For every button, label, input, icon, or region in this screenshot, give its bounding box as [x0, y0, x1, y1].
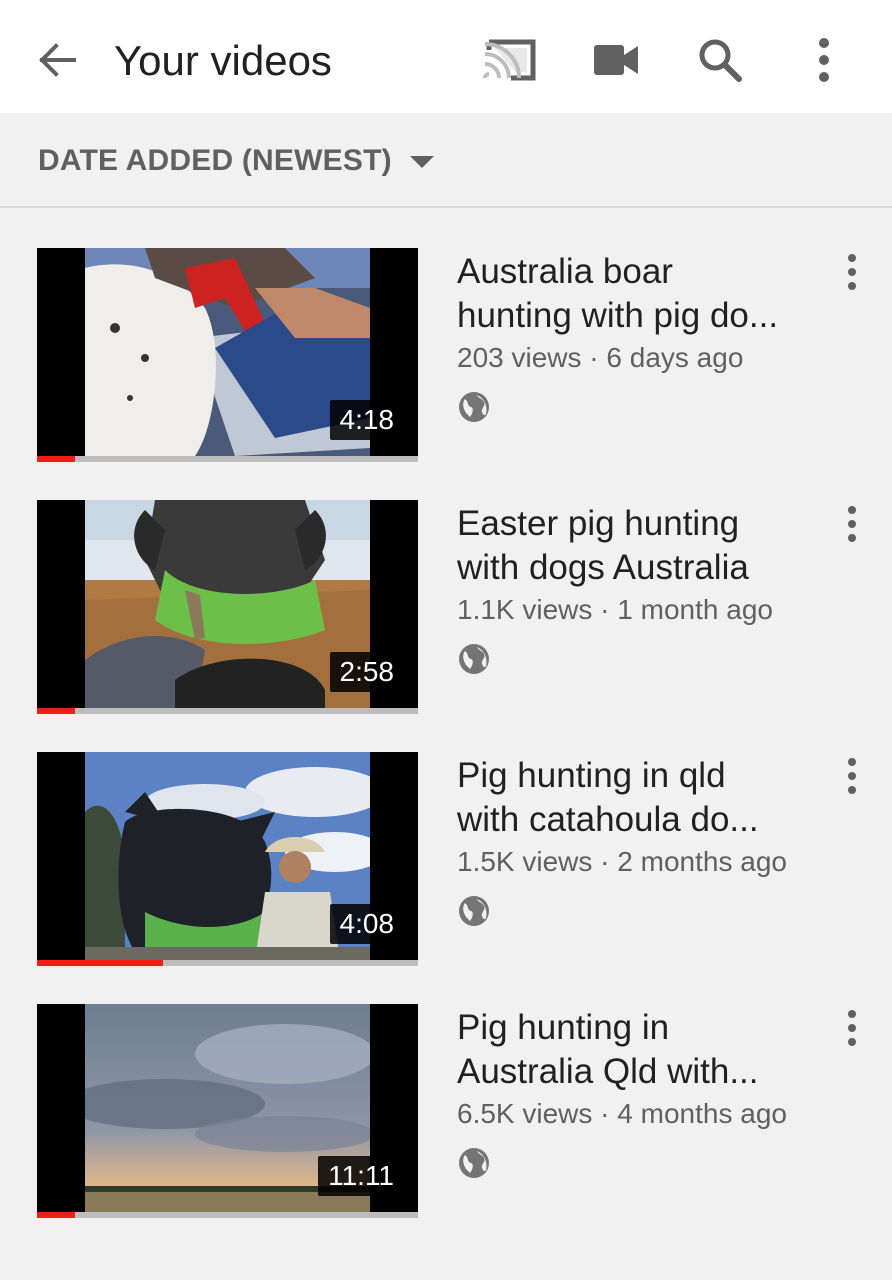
- video-options-menu-icon[interactable]: [834, 252, 870, 292]
- globe-icon: [459, 1148, 489, 1178]
- dropdown-caret-icon: [409, 156, 434, 168]
- video-title-line: Australia Qld with...: [457, 1052, 759, 1091]
- video-duration: 4:18: [329, 400, 404, 440]
- globe-icon: [459, 644, 489, 674]
- view-count: 1.1K views: [457, 594, 593, 625]
- watch-progress-bar: [37, 708, 418, 714]
- video-title-line: with dogs Australia: [457, 548, 749, 587]
- video-title-line: Pig hunting in: [457, 1008, 670, 1047]
- sort-label: DATE ADDED (NEWEST): [38, 144, 392, 177]
- sort-bar: DATE ADDED (NEWEST): [0, 113, 892, 208]
- video-duration: 11:11: [318, 1156, 404, 1196]
- video-meta: 203 views · 6 days ago: [457, 342, 744, 373]
- video-title-line: Australia boar: [457, 252, 673, 291]
- watch-progress-bar: [37, 960, 418, 966]
- watch-progress-fill: [37, 708, 76, 714]
- video-title[interactable]: Australia boar hunting with pig do...: [457, 250, 837, 338]
- video-thumbnail[interactable]: 4:08: [37, 752, 418, 966]
- thumbnail-image: [85, 500, 370, 708]
- video-title[interactable]: Pig hunting in Australia Qld with...: [457, 1006, 837, 1094]
- video-title-line: with catahoula do...: [457, 800, 759, 839]
- video-list-item[interactable]: 4:18 Australia boar hunting with pig do.…: [0, 248, 892, 468]
- video-meta: 1.1K views · 1 month ago: [457, 594, 773, 625]
- video-list-item[interactable]: 4:08 Pig hunting in qld with catahoula d…: [0, 752, 892, 972]
- video-thumbnail[interactable]: 11:11: [37, 1004, 418, 1218]
- video-options-menu-icon[interactable]: [834, 756, 870, 796]
- video-thumbnail[interactable]: 4:18: [37, 248, 418, 462]
- page-title: Your videos: [114, 37, 332, 84]
- video-info: Australia boar hunting with pig do... 20…: [457, 250, 837, 429]
- more-vert-icon[interactable]: [794, 30, 854, 90]
- video-info: Pig hunting in Australia Qld with... 6.5…: [457, 1006, 837, 1185]
- sort-dropdown[interactable]: DATE ADDED (NEWEST): [38, 139, 434, 183]
- video-camera-icon[interactable]: [586, 30, 646, 90]
- watch-progress-bar: [37, 1212, 418, 1218]
- video-duration: 2:58: [329, 652, 404, 692]
- video-duration: 4:08: [329, 904, 404, 944]
- video-list-item[interactable]: 11:11 Pig hunting in Australia Qld with.…: [0, 1004, 892, 1224]
- video-info: Easter pig hunting with dogs Australia 1…: [457, 502, 837, 681]
- video-list-item[interactable]: 2:58 Easter pig hunting with dogs Austra…: [0, 500, 892, 720]
- view-count: 203 views: [457, 342, 582, 373]
- video-title-line: Pig hunting in qld: [457, 756, 726, 795]
- globe-icon: [459, 392, 489, 422]
- video-title[interactable]: Pig hunting in qld with catahoula do...: [457, 754, 837, 842]
- watch-progress-fill: [37, 456, 76, 462]
- video-meta: 1.5K views · 2 months ago: [457, 846, 787, 877]
- back-arrow-icon[interactable]: [30, 34, 82, 86]
- video-title-line: hunting with pig do...: [457, 296, 779, 335]
- app-bar: Your videos: [0, 0, 892, 113]
- upload-age: 4 months ago: [617, 1098, 787, 1129]
- thumbnail-image: [85, 752, 370, 960]
- video-options-menu-icon[interactable]: [834, 504, 870, 544]
- video-options-menu-icon[interactable]: [834, 1008, 870, 1048]
- video-info: Pig hunting in qld with catahoula do... …: [457, 754, 837, 933]
- video-meta: 6.5K views · 4 months ago: [457, 1098, 787, 1129]
- globe-icon: [459, 896, 489, 926]
- watch-progress-fill: [37, 960, 163, 966]
- video-title-line: Easter pig hunting: [457, 504, 740, 543]
- watch-progress-fill: [37, 1212, 76, 1218]
- search-icon[interactable]: [690, 30, 750, 90]
- video-title[interactable]: Easter pig hunting with dogs Australia: [457, 502, 837, 590]
- video-thumbnail[interactable]: 2:58: [37, 500, 418, 714]
- upload-age: 2 months ago: [617, 846, 787, 877]
- upload-age: 6 days ago: [606, 342, 744, 373]
- thumbnail-image: [85, 248, 370, 456]
- view-count: 1.5K views: [457, 846, 593, 877]
- watch-progress-bar: [37, 456, 418, 462]
- view-count: 6.5K views: [457, 1098, 593, 1129]
- upload-age: 1 month ago: [617, 594, 773, 625]
- cast-icon[interactable]: [480, 30, 540, 90]
